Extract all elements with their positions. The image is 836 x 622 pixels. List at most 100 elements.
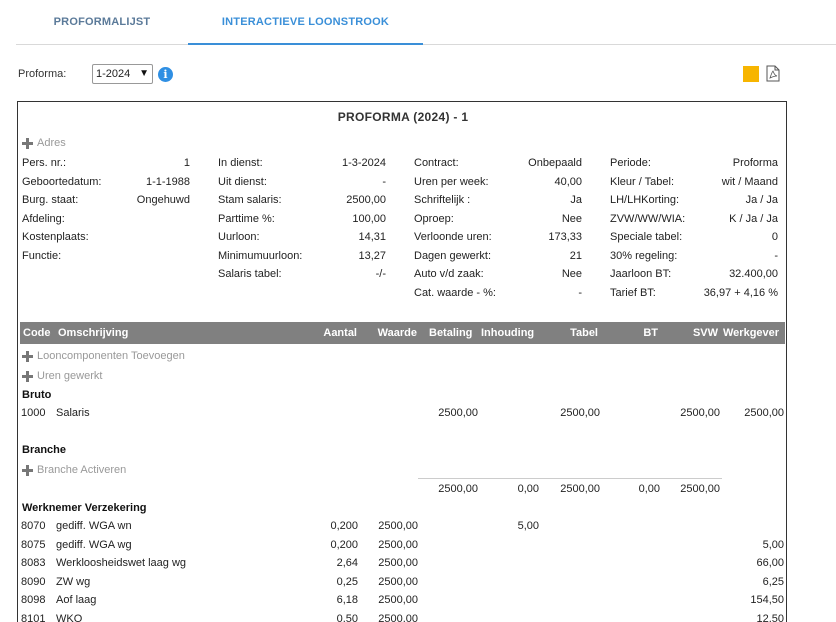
row-tabel: 2500,00	[560, 407, 600, 419]
info-value: 21	[569, 250, 582, 262]
info-icon[interactable]: i	[158, 66, 173, 82]
add-uren-label: Uren gewerkt	[37, 370, 103, 382]
info-value: Ja / Ja	[745, 194, 778, 206]
row-waarde: 2500,00	[378, 557, 418, 569]
row-aantal: 6,18	[336, 594, 358, 606]
add-looncomponenten-label: Looncomponenten Toevoegen	[37, 350, 185, 362]
row-inhouding	[488, 556, 539, 570]
info-value: -	[578, 287, 582, 299]
row-code: 8098	[21, 594, 46, 606]
section-bruto-title: Bruto	[22, 389, 52, 401]
info-label: Stam salaris:	[218, 194, 282, 206]
info-label: ZVW/WW/WIA:	[610, 213, 686, 225]
info-label: Dagen gewerkt:	[414, 250, 492, 262]
chevron-down-icon: ▼	[139, 68, 149, 79]
th-code: Code	[23, 327, 51, 339]
info-value: -/-	[375, 268, 386, 280]
info-value: 40,00	[554, 176, 582, 188]
info-value: 1-3-2024	[341, 157, 386, 169]
row-inhouding	[488, 612, 539, 622]
row-inhouding	[488, 593, 539, 607]
total-bt: 0,00	[638, 483, 660, 495]
row-werkgever: 66,00	[756, 557, 784, 569]
plus-icon	[22, 350, 33, 362]
info-value: 2500,00	[346, 194, 386, 206]
row-inhouding: 5,00	[517, 520, 539, 532]
pdf-icon[interactable]	[766, 65, 780, 82]
info-label: Jaarloon BT:	[610, 268, 672, 280]
row-aantal: 0,200	[330, 539, 358, 551]
row-aantal: 0,200	[330, 520, 358, 532]
info-label: 30% regeling:	[610, 250, 678, 262]
info-value: 13,27	[358, 250, 386, 262]
row-werkgever: 12,50	[756, 613, 784, 622]
info-value: Ongehuwd	[136, 194, 190, 206]
plus-icon	[22, 464, 33, 476]
info-value: Nee	[561, 268, 582, 280]
info-label: Minimumuurloon:	[218, 250, 303, 262]
th-svw: SVW	[692, 327, 718, 339]
info-label: Kleur / Tabel:	[610, 176, 675, 188]
section-werknemer-title: Werknemer Verzekering	[22, 502, 147, 514]
row-aantal: 0,25	[336, 576, 358, 588]
export-excel-icon[interactable]	[743, 66, 759, 82]
th-bt: BT	[643, 327, 658, 339]
info-value: 100,00	[352, 213, 386, 225]
row-code: 1000	[21, 407, 46, 419]
th-werkgever: Werkgever	[723, 327, 780, 339]
th-betaling: Betaling	[429, 327, 473, 339]
row-omschrijving: ZW wg	[56, 576, 91, 588]
info-label: Afdeling:	[22, 213, 65, 225]
row-code: 8083	[21, 557, 46, 569]
row-omschrijving: Werkloosheidswet laag wg	[56, 557, 187, 569]
row-svw: 2500,00	[680, 407, 720, 419]
add-branche-label: Branche Activeren	[37, 464, 127, 476]
add-address-label: Adres	[37, 137, 66, 149]
info-label: Speciale tabel:	[610, 231, 683, 243]
info-label: Uren per week:	[414, 176, 489, 188]
info-label: Uurloon:	[218, 231, 260, 243]
tab-proformalijst[interactable]: PROFORMALIJST	[16, 0, 188, 45]
row-werkgever	[723, 519, 784, 533]
info-value: -	[382, 176, 386, 188]
row-waarde: 2500,00	[378, 613, 418, 622]
info-label: LH/LHKorting:	[610, 194, 680, 206]
totals-divider	[418, 478, 722, 479]
row-omschrijving: WKO	[56, 613, 83, 622]
row-waarde: 2500,00	[378, 576, 418, 588]
info-label: Schriftelijk :	[414, 194, 471, 206]
add-address-link[interactable]: Adres	[22, 136, 66, 150]
plus-icon	[22, 137, 33, 149]
row-inhouding	[488, 538, 539, 552]
proforma-label: Proforma:	[18, 68, 67, 80]
add-looncomponenten-link[interactable]: Looncomponenten Toevoegen	[22, 349, 185, 363]
row-werkgever: 154,50	[750, 594, 784, 606]
total-tabel: 2500,00	[560, 483, 600, 495]
info-label: Periode:	[610, 157, 651, 169]
info-value: 173,33	[548, 231, 582, 243]
proforma-select-value: 1-2024	[96, 68, 131, 80]
document-title: PROFORMA (2024) - 1	[337, 110, 469, 124]
row-code: 8101	[21, 613, 46, 622]
info-value: Nee	[561, 213, 582, 225]
row-werkgever: 5,00	[762, 539, 784, 551]
add-uren-link[interactable]: Uren gewerkt	[22, 369, 102, 383]
info-label: Geboortedatum:	[22, 176, 102, 188]
info-value: K / Ja / Ja	[729, 213, 778, 225]
tab-interactieve-loonstrook[interactable]: INTERACTIEVE LOONSTROOK	[188, 0, 423, 45]
row-code: 8070	[21, 520, 46, 532]
row-waarde: 2500,00	[378, 539, 418, 551]
info-value: -	[774, 250, 778, 262]
row-betaling: 2500,00	[438, 407, 478, 419]
info-label: Pers. nr.:	[22, 157, 67, 169]
row-werkgever: 6,25	[762, 576, 784, 588]
row-omschrijving: Salaris	[56, 407, 90, 419]
tab-bar: PROFORMALIJST INTERACTIEVE LOONSTROOK	[16, 0, 836, 45]
add-branche-link[interactable]: Branche Activeren	[22, 463, 126, 477]
payslip-document: PROFORMA (2024) - 1 Adres Pers. nr.: 1 G…	[17, 101, 787, 622]
row-waarde: 2500,00	[378, 594, 418, 606]
total-svw: 2500,00	[680, 483, 720, 495]
plus-icon	[22, 370, 33, 382]
proforma-select[interactable]: 1-2024 ▼	[92, 64, 153, 84]
info-label: Contract:	[414, 157, 459, 169]
